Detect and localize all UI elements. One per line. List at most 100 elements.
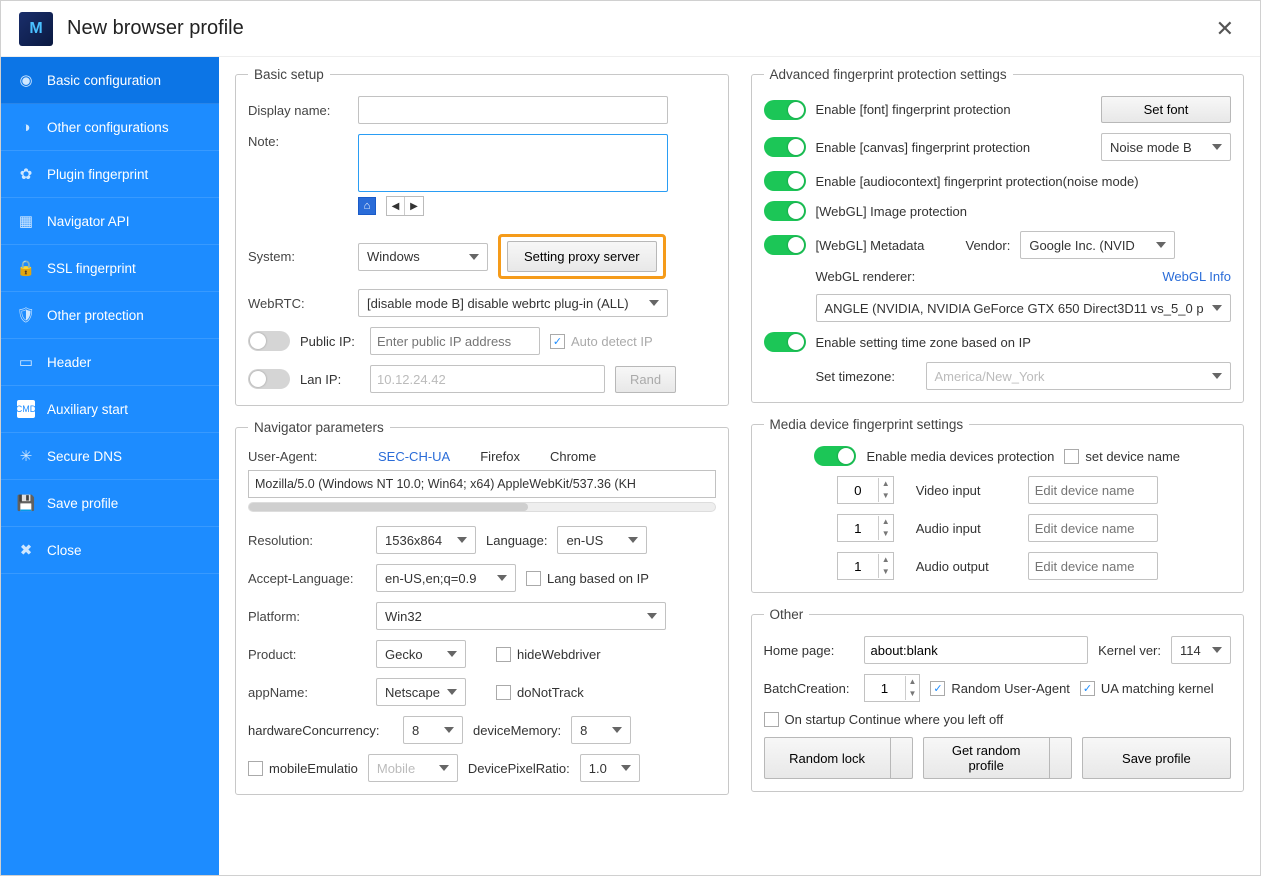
- webgl-info-link[interactable]: WebGL Info: [1162, 269, 1231, 284]
- timezone-toggle[interactable]: [764, 332, 806, 352]
- device-memory-value: 8: [580, 723, 587, 738]
- prev-icon[interactable]: ◀: [387, 197, 405, 215]
- video-device-name-input[interactable]: [1028, 476, 1158, 504]
- rand-button[interactable]: Rand: [615, 366, 676, 393]
- sidebar-item-header[interactable]: ▭Header: [1, 339, 219, 386]
- nav-arrows[interactable]: ◀▶: [386, 196, 424, 216]
- up-icon[interactable]: ▲: [879, 554, 893, 566]
- product-value: Gecko: [385, 647, 423, 662]
- close-icon: ✖: [17, 541, 35, 559]
- shield-icon: 🛡: [17, 306, 35, 324]
- public-ip-toggle[interactable]: [248, 331, 290, 351]
- vendor-select[interactable]: Google Inc. (NVID: [1020, 231, 1175, 259]
- product-select[interactable]: Gecko: [376, 640, 466, 668]
- get-random-profile-split-button[interactable]: Get random profile: [923, 737, 1072, 779]
- on-startup-continue-checkbox[interactable]: On startup Continue where you left off: [764, 712, 1004, 727]
- tab-chrome[interactable]: Chrome: [550, 449, 596, 464]
- down-icon[interactable]: ▼: [879, 566, 893, 578]
- sidebar-item-plugin-fingerprint[interactable]: ✿Plugin fingerprint: [1, 151, 219, 198]
- appname-select[interactable]: Netscape: [376, 678, 466, 706]
- down-icon[interactable]: ▼: [879, 528, 893, 540]
- up-icon[interactable]: ▲: [906, 676, 920, 688]
- save-profile-button[interactable]: Save profile: [1082, 737, 1231, 779]
- font-protection-toggle[interactable]: [764, 100, 806, 120]
- platform-select[interactable]: Win32: [376, 602, 666, 630]
- auto-detect-ip-checkbox[interactable]: ✓Auto detect IP: [550, 334, 653, 349]
- mobile-emulation-checkbox[interactable]: mobileEmulatio: [248, 761, 358, 776]
- note-textarea[interactable]: [358, 134, 668, 192]
- sidebar-item-close[interactable]: ✖Close: [1, 527, 219, 574]
- system-select[interactable]: Windows: [358, 243, 488, 271]
- set-font-button[interactable]: Set font: [1101, 96, 1231, 123]
- canvas-protection-toggle[interactable]: [764, 137, 806, 157]
- random-lock-split-button[interactable]: Random lock: [764, 737, 913, 779]
- random-user-agent-checkbox[interactable]: ✓Random User-Agent: [930, 681, 1070, 696]
- donottrack-checkbox[interactable]: doNotTrack: [496, 685, 584, 700]
- home-icon[interactable]: ⌂: [358, 197, 376, 215]
- audio-input-device-name-input[interactable]: [1028, 514, 1158, 542]
- webgl-renderer-select[interactable]: ANGLE (NVIDIA, NVIDIA GeForce GTX 650 Di…: [816, 294, 1232, 322]
- canvas-protection-label: Enable [canvas] fingerprint protection: [816, 140, 1092, 155]
- device-pixel-ratio-select[interactable]: 1.0: [580, 754, 640, 782]
- audio-output-value[interactable]: [838, 553, 878, 579]
- home-page-input[interactable]: [864, 636, 1089, 664]
- timezone-select[interactable]: America/New_York: [926, 362, 1232, 390]
- chevron-down-icon[interactable]: [1050, 737, 1072, 779]
- down-icon[interactable]: ▼: [879, 490, 893, 502]
- hide-webdriver-checkbox[interactable]: hideWebdriver: [496, 647, 601, 662]
- resolution-select[interactable]: 1536x864: [376, 526, 476, 554]
- set-device-name-checkbox[interactable]: set device name: [1064, 449, 1180, 464]
- device-memory-select[interactable]: 8: [571, 716, 631, 744]
- batch-value[interactable]: [865, 675, 905, 701]
- audio-output-spinner[interactable]: ▲▼: [837, 552, 894, 580]
- webgl-image-toggle[interactable]: [764, 201, 806, 221]
- audio-input-value[interactable]: [838, 515, 878, 541]
- chevron-down-icon: [1212, 144, 1222, 150]
- lan-ip-input[interactable]: [370, 365, 605, 393]
- media-protection-toggle[interactable]: [814, 446, 856, 466]
- tab-sec-ch-ua[interactable]: SEC-CH-UA: [378, 449, 450, 464]
- proxy-highlight-box: Setting proxy server: [498, 234, 666, 279]
- ua-matching-kernel-checkbox[interactable]: ✓UA matching kernel: [1080, 681, 1214, 696]
- next-icon[interactable]: ▶: [405, 197, 423, 215]
- audio-input-spinner[interactable]: ▲▼: [837, 514, 894, 542]
- language-select[interactable]: en-US: [557, 526, 647, 554]
- video-input-value[interactable]: [838, 477, 878, 503]
- webgl-metadata-toggle[interactable]: [764, 235, 806, 255]
- video-input-spinner[interactable]: ▲▼: [837, 476, 894, 504]
- up-icon[interactable]: ▲: [879, 478, 893, 490]
- chevron-down-icon: [1156, 242, 1166, 248]
- kernel-ver-select[interactable]: 114: [1171, 636, 1231, 664]
- lan-ip-toggle[interactable]: [248, 369, 290, 389]
- webrtc-select[interactable]: [disable mode B] disable webrtc plug-in …: [358, 289, 668, 317]
- sidebar-item-save-profile[interactable]: 💾Save profile: [1, 480, 219, 527]
- random-lock-button[interactable]: Random lock: [764, 737, 891, 779]
- mobile-emulation-select[interactable]: Mobile: [368, 754, 458, 782]
- note-label: Note:: [248, 134, 348, 149]
- down-icon[interactable]: ▼: [906, 688, 920, 700]
- up-icon[interactable]: ▲: [879, 516, 893, 528]
- public-ip-input[interactable]: [370, 327, 540, 355]
- accept-language-select[interactable]: en-US,en;q=0.9: [376, 564, 516, 592]
- sidebar-item-basic-configuration[interactable]: ◉Basic configuration: [1, 57, 219, 104]
- sidebar-item-navigator-api[interactable]: ▦Navigator API: [1, 198, 219, 245]
- chevron-down-icon[interactable]: [891, 737, 913, 779]
- noise-mode-select[interactable]: Noise mode B: [1101, 133, 1231, 161]
- audio-protection-toggle[interactable]: [764, 171, 806, 191]
- setting-proxy-server-button[interactable]: Setting proxy server: [507, 241, 657, 272]
- get-random-profile-button[interactable]: Get random profile: [923, 737, 1050, 779]
- lang-based-on-ip-checkbox[interactable]: Lang based on IP: [526, 571, 649, 586]
- close-icon[interactable]: ✕: [1208, 12, 1242, 46]
- sidebar-item-secure-dns[interactable]: ✳Secure DNS: [1, 433, 219, 480]
- sidebar-item-ssl-fingerprint[interactable]: 🔒SSL fingerprint: [1, 245, 219, 292]
- user-agent-value[interactable]: Mozilla/5.0 (Windows NT 10.0; Win64; x64…: [248, 470, 716, 498]
- audio-output-device-name-input[interactable]: [1028, 552, 1158, 580]
- sidebar-item-other-configurations[interactable]: ◑Other configurations: [1, 104, 219, 151]
- sidebar-item-auxiliary-start[interactable]: CMDAuxiliary start: [1, 386, 219, 433]
- hardware-concurrency-select[interactable]: 8: [403, 716, 463, 744]
- ua-scrollbar[interactable]: [248, 502, 716, 512]
- display-name-input[interactable]: [358, 96, 668, 124]
- tab-firefox[interactable]: Firefox: [480, 449, 520, 464]
- sidebar-item-other-protection[interactable]: 🛡Other protection: [1, 292, 219, 339]
- batch-creation-spinner[interactable]: ▲▼: [864, 674, 921, 702]
